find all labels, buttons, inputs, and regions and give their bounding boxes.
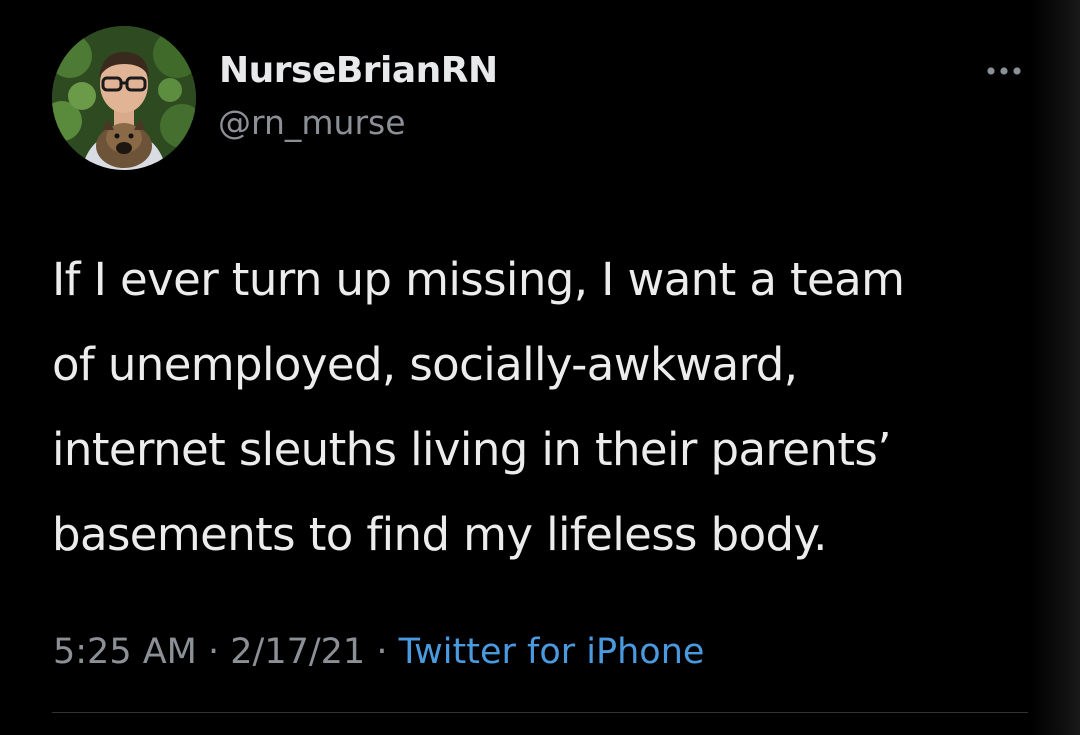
tweet-time: 5:25 AM xyxy=(53,632,197,672)
more-options-button[interactable] xyxy=(984,56,1024,86)
tweet-text-line: If I ever turn up missing, I want a team xyxy=(52,253,905,306)
tweet-text: If I ever turn up missing, I want a team… xyxy=(52,237,1042,577)
ellipsis-icon xyxy=(987,67,1021,75)
tweet-text-line: internet sleuths living in their parents… xyxy=(52,423,892,476)
display-name[interactable]: NurseBrianRN xyxy=(219,50,498,91)
screen-edge xyxy=(1030,0,1080,735)
divider xyxy=(52,712,1028,713)
avatar[interactable] xyxy=(52,26,196,170)
tweet-source-link[interactable]: Twitter for iPhone xyxy=(399,632,705,672)
tweet-card: NurseBrianRN @rn_murse If I ever turn up… xyxy=(0,0,1080,735)
tweet-text-line: basements to find my lifeless body. xyxy=(52,508,827,561)
profile-photo-icon xyxy=(52,26,196,170)
meta-separator: · xyxy=(365,632,399,672)
tweet-date: 2/17/21 xyxy=(230,632,366,672)
meta-separator: · xyxy=(196,632,231,672)
user-handle[interactable]: @rn_murse xyxy=(218,103,406,142)
tweet-text-line: of unemployed, socially-awkward, xyxy=(52,338,798,391)
tweet-metadata: 5:25 AM · 2/17/21 · Twitter for iPhone xyxy=(53,632,704,672)
